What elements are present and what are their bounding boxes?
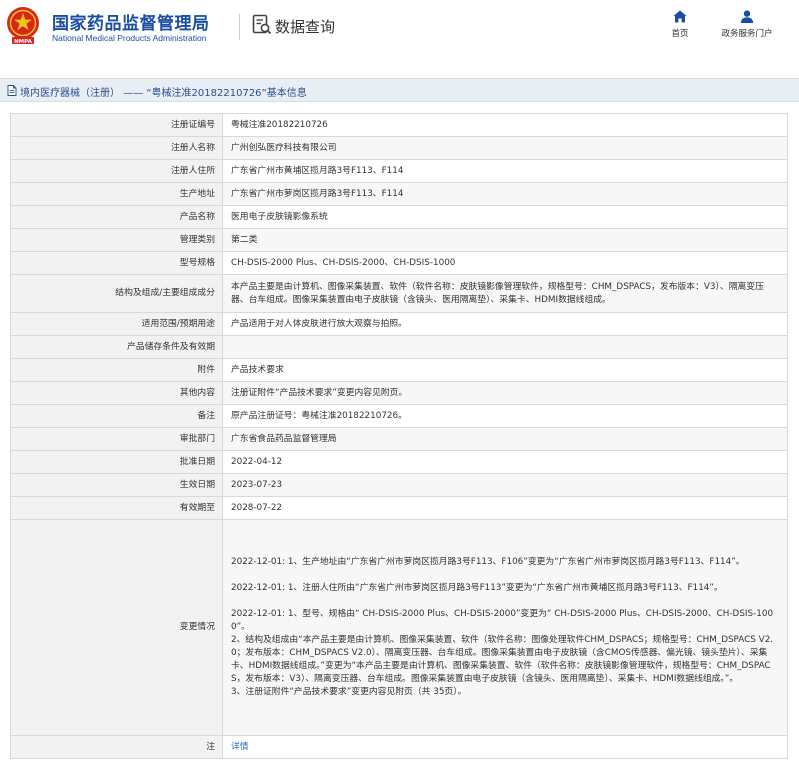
- row-value: 广东省广州市萝岗区揽月路3号F113、F114: [222, 182, 788, 206]
- row-label: 产品储存条件及有效期: [10, 335, 223, 359]
- annotation-value: 详情: [222, 735, 788, 759]
- row-label: 有效期至: [10, 496, 223, 520]
- breadcrumb-title: “粤械注准20182210726”基本信息: [146, 88, 307, 99]
- table-row: 其他内容 注册证附件“产品技术要求”变更内容见附页。: [10, 381, 788, 405]
- table-row: 审批部门 广东省食品药品监督管理局: [10, 427, 788, 451]
- row-value: 粤械注准20182210726: [222, 113, 788, 137]
- row-value: 注册证附件“产品技术要求”变更内容见附页。: [222, 381, 788, 405]
- user-icon: [740, 10, 754, 23]
- row-value: 2022-04-12: [222, 450, 788, 474]
- nav-home-label: 首页: [671, 29, 689, 39]
- details-link[interactable]: 详情: [231, 742, 249, 752]
- row-value: 原产品注册证号：粤械注准20182210726。: [222, 404, 788, 428]
- row-label: 生产地址: [10, 182, 223, 206]
- row-label: 产品名称: [10, 205, 223, 229]
- row-label: 注册人名称: [10, 136, 223, 160]
- change-entry: 2、结构及组成由“本产品主要是由计算机、图像采集装置、软件（软件名称：图像处理软…: [231, 635, 774, 684]
- table-row: 注册人住所 广东省广州市黄埔区揽月路3号F113、F114: [10, 159, 788, 183]
- change-entry: 3、注册证附件“产品技术要求”变更内容见附页（共 35页）。: [231, 687, 467, 697]
- nmpa-logo[interactable]: NMPA: [6, 6, 40, 46]
- table-row: 附件 产品技术要求: [10, 358, 788, 382]
- row-label: 附件: [10, 358, 223, 382]
- row-value: 2023-07-23: [222, 473, 788, 497]
- logo-text: NMPA: [14, 39, 33, 45]
- site-subtitle: National Medical Products Administration: [52, 33, 207, 43]
- row-label: 管理类别: [10, 228, 223, 252]
- row-value: 广州创弘医疗科技有限公司: [222, 136, 788, 160]
- document-icon: [7, 85, 17, 96]
- change-entry: 2022-12-01: 1、型号、规格由“ CH-DSIS-2000 Plus、…: [231, 609, 774, 632]
- header-divider: [239, 14, 240, 40]
- breadcrumb-separator: ——: [123, 88, 144, 99]
- table-row: 产品储存条件及有效期: [10, 335, 788, 359]
- row-value: 广东省食品药品监督管理局: [222, 427, 788, 451]
- table-row: 备注 原产品注册证号：粤械注准20182210726。: [10, 404, 788, 428]
- table-row-changes: 变更情况 2022-12-01: 1、生产地址由“广东省广州市萝岗区揽月路3号F…: [10, 519, 788, 736]
- row-label: 生效日期: [10, 473, 223, 497]
- table-row: 产品名称 医用电子皮肤镜影像系统: [10, 205, 788, 229]
- change-entry: 2022-12-01: 1、生产地址由“广东省广州市萝岗区揽月路3号F113、F…: [231, 557, 745, 567]
- row-label: 其他内容: [10, 381, 223, 405]
- row-label: 备注: [10, 404, 223, 428]
- row-value: 医用电子皮肤镜影像系统: [222, 205, 788, 229]
- change-entry: 2022-12-01: 1、注册人住所由“广东省广州市萝岗区揽月路3号F113”…: [231, 583, 723, 593]
- row-label: 结构及组成/主要组成成分: [10, 274, 223, 313]
- changes-value: 2022-12-01: 1、生产地址由“广东省广州市萝岗区揽月路3号F113、F…: [222, 519, 788, 736]
- home-icon: [673, 10, 687, 23]
- nav-home[interactable]: 首页: [663, 10, 697, 39]
- table-row: 注册证编号 粤械注准20182210726: [10, 113, 788, 137]
- row-value: CH-DSIS-2000 Plus、CH-DSIS-2000、CH-DSIS-1…: [222, 251, 788, 275]
- table-row: 型号规格 CH-DSIS-2000 Plus、CH-DSIS-2000、CH-D…: [10, 251, 788, 275]
- row-label: 注册证编号: [10, 113, 223, 137]
- table-row: 生产地址 广东省广州市萝岗区揽月路3号F113、F114: [10, 182, 788, 206]
- breadcrumb-bar: 境内医疗器械（注册） —— “粤械注准20182210726”基本信息: [0, 78, 799, 102]
- site-header: NMPA 国家药品监督管理局 National Medical Products…: [0, 0, 799, 56]
- table-row: 批准日期 2022-04-12: [10, 450, 788, 474]
- row-label: 适用范围/预期用途: [10, 312, 223, 336]
- data-query-icon: [252, 14, 272, 36]
- row-label: 批准日期: [10, 450, 223, 474]
- table-row-annotation: 注 详情: [10, 735, 788, 759]
- nav-portal[interactable]: 政务服务门户: [714, 10, 780, 39]
- row-label: 注册人住所: [10, 159, 223, 183]
- row-value: 第二类: [222, 228, 788, 252]
- row-value: 产品适用于对人体皮肤进行放大观察与拍照。: [222, 312, 788, 336]
- table-row: 注册人名称 广州创弘医疗科技有限公司: [10, 136, 788, 160]
- site-title: 国家药品监督管理局: [52, 14, 210, 34]
- changes-label: 变更情况: [10, 519, 223, 736]
- annotation-label: 注: [10, 735, 223, 759]
- row-value: [222, 335, 788, 359]
- row-label: 审批部门: [10, 427, 223, 451]
- row-value: 本产品主要是由计算机、图像采集装置、软件（软件名称：皮肤镜影像管理软件，规格型号…: [222, 274, 788, 313]
- row-value: 广东省广州市黄埔区揽月路3号F113、F114: [222, 159, 788, 183]
- data-query-label: 数据查询: [275, 18, 336, 36]
- table-row: 适用范围/预期用途 产品适用于对人体皮肤进行放大观察与拍照。: [10, 312, 788, 336]
- breadcrumb: 境内医疗器械（注册） —— “粤械注准20182210726”基本信息: [20, 84, 307, 99]
- registration-detail-table: 注册证编号 粤械注准20182210726 注册人名称 广州创弘医疗科技有限公司…: [10, 113, 788, 759]
- table-row: 管理类别 第二类: [10, 228, 788, 252]
- table-row: 结构及组成/主要组成成分 本产品主要是由计算机、图像采集装置、软件（软件名称：皮…: [10, 274, 788, 313]
- row-value: 2028-07-22: [222, 496, 788, 520]
- nav-portal-label: 政务服务门户: [721, 29, 773, 39]
- row-value: 产品技术要求: [222, 358, 788, 382]
- breadcrumb-section[interactable]: 境内医疗器械（注册）: [20, 88, 120, 99]
- table-row: 生效日期 2023-07-23: [10, 473, 788, 497]
- table-row: 有效期至 2028-07-22: [10, 496, 788, 520]
- row-label: 型号规格: [10, 251, 223, 275]
